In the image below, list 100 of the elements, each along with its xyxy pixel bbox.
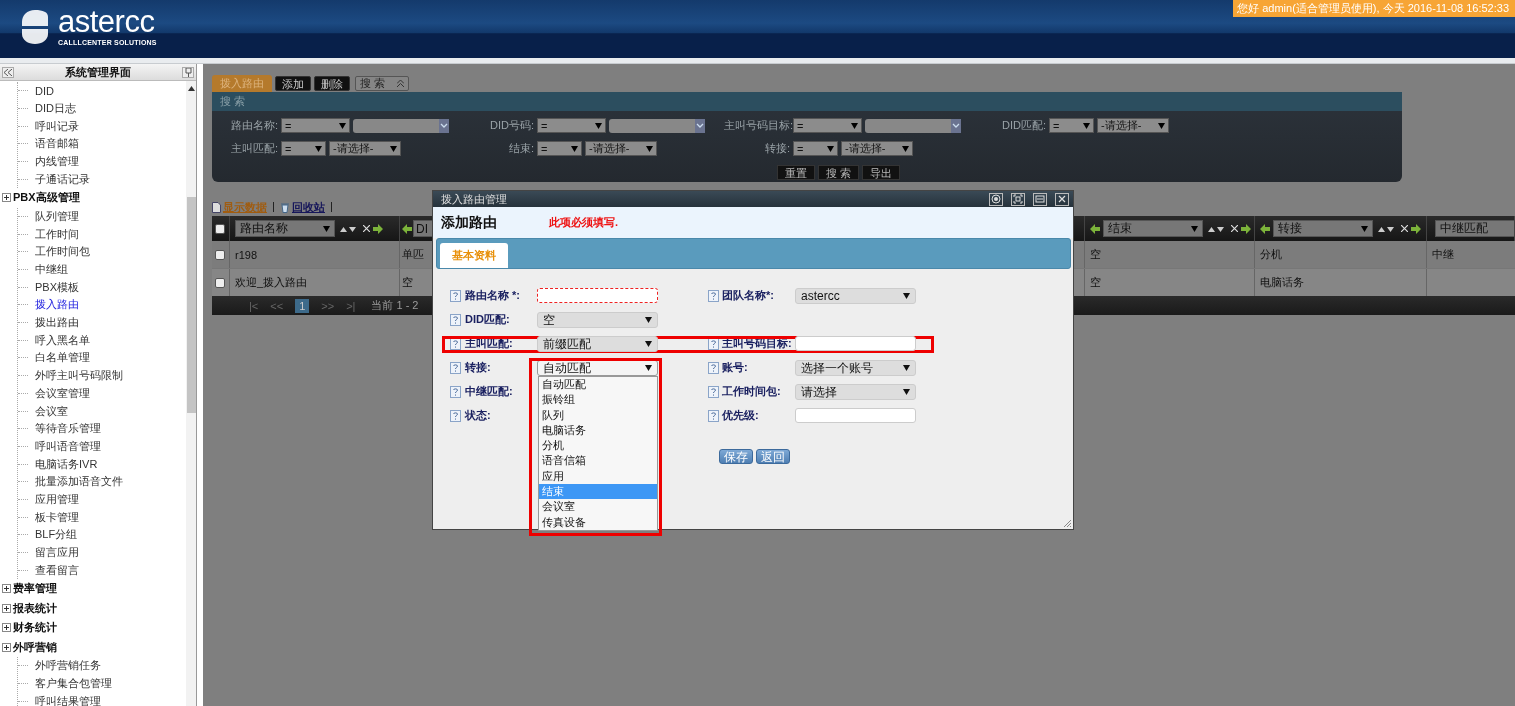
- tree-item[interactable]: 等待音乐管理: [35, 421, 101, 437]
- dropdown-option[interactable]: 电脑话务: [539, 422, 657, 439]
- tree-item[interactable]: 板卡管理: [35, 509, 79, 525]
- search-button[interactable]: 搜 索: [818, 165, 860, 180]
- select-field[interactable]: 前缀匹配: [537, 336, 658, 352]
- arrow-right-icon[interactable]: [373, 223, 383, 234]
- help-icon[interactable]: [708, 385, 719, 398]
- dropdown-option[interactable]: 分机: [539, 438, 657, 454]
- expand-icon[interactable]: [2, 584, 11, 594]
- remove-icon[interactable]: [363, 225, 370, 232]
- arrow-left-icon[interactable]: [1260, 223, 1270, 234]
- collapse-button[interactable]: [2, 66, 14, 78]
- tree-item[interactable]: 应用管理: [35, 491, 79, 507]
- tree-item[interactable]: 中继组: [35, 262, 68, 278]
- expand-icon[interactable]: [2, 193, 11, 203]
- arrow-right-icon[interactable]: [1411, 223, 1421, 234]
- help-icon[interactable]: [708, 361, 719, 374]
- toolbar-button[interactable]: 添加: [275, 76, 311, 91]
- dropdown-option[interactable]: 队列: [539, 407, 657, 423]
- help-icon[interactable]: [450, 313, 461, 326]
- maximize-button[interactable]: [1011, 192, 1025, 206]
- tree-item[interactable]: 拨入路由: [35, 297, 79, 313]
- toolbar-button[interactable]: 删除: [314, 76, 350, 91]
- tree-item[interactable]: 会议室管理: [35, 385, 90, 401]
- expand-icon[interactable]: [2, 623, 11, 633]
- help-icon[interactable]: [450, 361, 461, 374]
- tree-item[interactable]: 批量添加语音文件: [35, 474, 123, 490]
- tree-item[interactable]: 查看留言: [35, 562, 79, 578]
- column-select[interactable]: 路由名称: [235, 220, 335, 237]
- tree-item[interactable]: 呼叫记录: [35, 118, 79, 134]
- tree-item[interactable]: 工作时间: [35, 226, 79, 242]
- tree-item[interactable]: 呼入黑名单: [35, 332, 90, 348]
- operator-select[interactable]: =: [281, 141, 326, 156]
- search-toggle[interactable]: 搜 索: [355, 76, 410, 91]
- dropdown-option[interactable]: 语音信箱: [539, 453, 657, 469]
- dropdown-option[interactable]: 传真设备: [539, 514, 657, 530]
- tree-group[interactable]: 外呼营销: [13, 639, 57, 655]
- tree-group[interactable]: PBX高级管理: [13, 190, 80, 206]
- tree-item[interactable]: BLF分组: [35, 527, 78, 543]
- tree-item[interactable]: DID: [35, 84, 54, 97]
- expand-icon[interactable]: [2, 603, 11, 613]
- dropdown-option[interactable]: 应用: [539, 468, 657, 485]
- help-icon[interactable]: [708, 409, 719, 422]
- page-link[interactable]: 1: [295, 298, 310, 313]
- column-select[interactable]: 中继匹配: [1435, 220, 1514, 237]
- circle-button[interactable]: [989, 192, 1003, 206]
- arrow-left-icon[interactable]: [1090, 223, 1100, 234]
- value-select[interactable]: -请选择-: [585, 141, 657, 156]
- tree-item[interactable]: 白名单管理: [35, 350, 90, 366]
- column-select[interactable]: 结束: [1103, 220, 1203, 237]
- dropdown-option[interactable]: 会议室: [539, 499, 657, 515]
- close-button[interactable]: [1055, 192, 1069, 206]
- input-field[interactable]: [537, 288, 658, 303]
- tree-item[interactable]: 工作时间包: [35, 244, 90, 260]
- pin-button[interactable]: [182, 66, 194, 78]
- value-select[interactable]: -请选择-: [841, 141, 913, 156]
- scrollbar[interactable]: [186, 81, 196, 706]
- tree-item[interactable]: 外呼主叫号码限制: [35, 368, 123, 384]
- link[interactable]: 回收站: [292, 199, 325, 215]
- operator-select[interactable]: =: [537, 118, 606, 133]
- tree-item[interactable]: 外呼营销任务: [35, 658, 101, 674]
- value-select[interactable]: -请选择-: [1097, 118, 1169, 133]
- input-field[interactable]: [795, 408, 916, 423]
- operator-select[interactable]: =: [281, 118, 350, 133]
- tree-item[interactable]: PBX模板: [35, 279, 79, 295]
- tree-item[interactable]: 拨出路由: [35, 315, 79, 331]
- combo-field[interactable]: [609, 118, 705, 133]
- arrow-right-icon[interactable]: [1241, 223, 1251, 234]
- tree-item[interactable]: DID日志: [35, 101, 76, 117]
- operator-select[interactable]: =: [793, 141, 838, 156]
- combo-field[interactable]: [353, 118, 449, 133]
- search-button[interactable]: 重置: [777, 165, 815, 180]
- tree-item[interactable]: 内线管理: [35, 154, 79, 170]
- tree-item[interactable]: 队列管理: [35, 208, 79, 224]
- select-field[interactable]: 选择一个账号: [795, 360, 916, 376]
- tree-item[interactable]: 电脑话务IVR: [35, 456, 98, 472]
- tree-item[interactable]: 呼叫语音管理: [35, 438, 101, 454]
- dropdown-option[interactable]: 振铃组: [539, 392, 657, 408]
- help-icon[interactable]: [450, 409, 461, 422]
- help-icon[interactable]: [708, 337, 719, 350]
- tree-item[interactable]: 语音邮箱: [35, 136, 79, 152]
- expand-icon[interactable]: [2, 642, 11, 652]
- arrow-left-icon[interactable]: [402, 223, 412, 234]
- input-field[interactable]: [795, 336, 916, 351]
- tree-item[interactable]: 客户集合包管理: [35, 676, 112, 692]
- resize-grip-icon[interactable]: [1064, 520, 1071, 527]
- select-field[interactable]: 空: [537, 312, 658, 328]
- scrollbar-thumb[interactable]: [186, 197, 196, 413]
- select-field[interactable]: astercc: [795, 288, 916, 304]
- operator-select[interactable]: =: [537, 141, 582, 156]
- column-select[interactable]: 转接: [1273, 220, 1373, 237]
- help-icon[interactable]: [450, 337, 461, 350]
- search-button[interactable]: 导出: [862, 165, 901, 180]
- tree-item[interactable]: 子通话记录: [35, 171, 90, 187]
- tree-group[interactable]: 财务统计: [13, 620, 57, 636]
- help-icon[interactable]: [450, 385, 461, 398]
- combo-field[interactable]: [865, 118, 961, 133]
- dropdown-option[interactable]: 自动匹配: [539, 377, 657, 393]
- help-icon[interactable]: [450, 289, 461, 302]
- tree-item[interactable]: 呼叫结果管理: [35, 693, 101, 706]
